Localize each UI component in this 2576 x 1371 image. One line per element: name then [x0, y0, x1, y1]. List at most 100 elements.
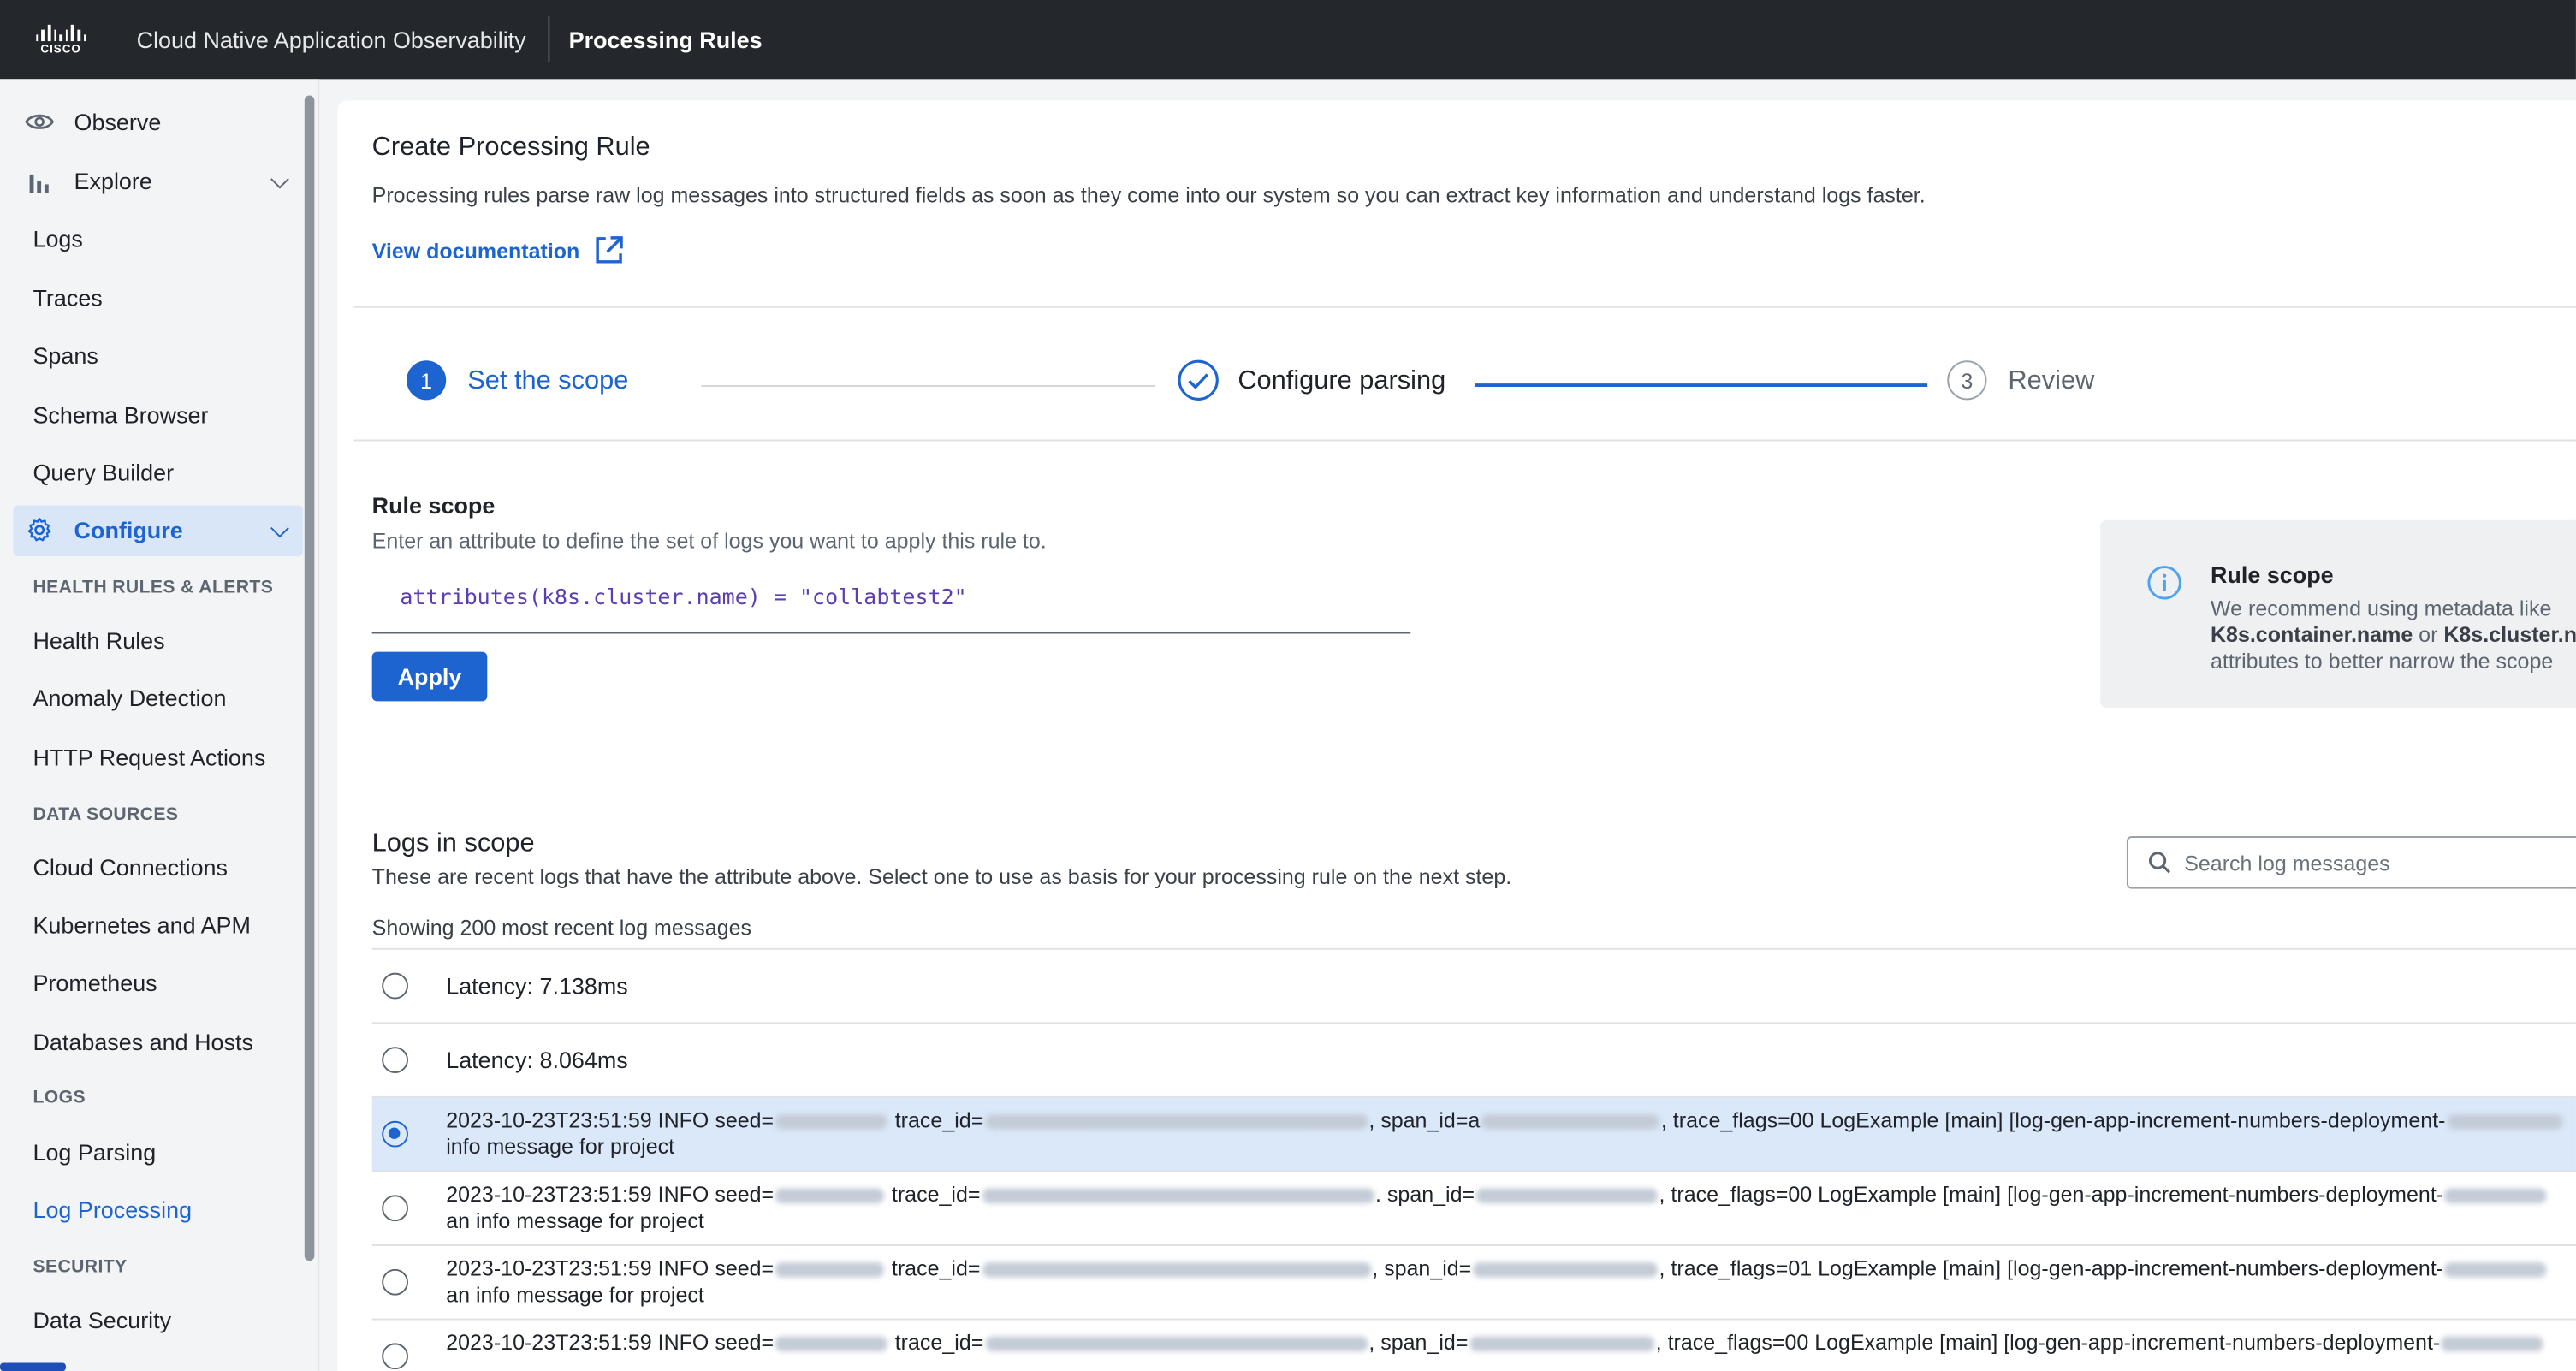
top-bar: CISCO Cloud Native Application Observabi… [0, 0, 2576, 80]
section-security: SECURITY [33, 1257, 128, 1278]
app-title[interactable]: Cloud Native Application Observability [137, 27, 526, 53]
log-row-radio[interactable] [382, 1195, 408, 1222]
sidebar-item-log-processing[interactable]: Log Processing [33, 1196, 192, 1223]
log-row-text: 2023-10-23T23:51:59 INFO seed= trace_id=… [446, 1182, 2549, 1235]
rule-scope-expression[interactable]: attributes(k8s.cluster.name) = "collabte… [400, 586, 966, 611]
log-row-radio[interactable] [382, 972, 408, 1000]
log-timestamp: 2023-10-23T23:51:59 INFO seed= [446, 1181, 775, 1207]
step-3-indicator[interactable]: 3 [1947, 360, 1987, 401]
redacted-value [1473, 1262, 1658, 1278]
step-set-the-scope[interactable]: Set the scope [467, 367, 628, 397]
info-attr-cluster-name: K8s.cluster.n [2443, 622, 2576, 647]
step-review[interactable]: Review [2008, 367, 2094, 397]
search-input[interactable] [2181, 848, 2567, 877]
rule-scope-info-panel: Rule scope We recommend using metadata l… [2100, 519, 2576, 709]
sidebar-item-observe[interactable]: Observe [25, 107, 161, 137]
log-row[interactable]: 2023-10-23T23:51:59 INFO seed= trace_id=… [372, 1320, 2576, 1371]
sidebar-item-log-parsing[interactable]: Log Parsing [33, 1139, 156, 1166]
log-row[interactable]: 2023-10-23T23:51:59 INFO seed= trace_id=… [371, 1246, 2576, 1321]
redacted-value [2447, 1114, 2563, 1130]
sidebar-item-cloud-connections[interactable]: Cloud Connections [33, 854, 228, 881]
step-connector-active [1475, 383, 1928, 387]
sidebar-item-label: Observe [74, 108, 162, 135]
info-line-1: We recommend using metadata like [2210, 596, 2552, 621]
info-attr-container-name: K8s.container.name [2210, 622, 2413, 647]
sidebar-item-traces[interactable]: Traces [33, 285, 102, 312]
sidebar-scrollbar[interactable] [304, 95, 315, 1261]
sidebar-item-configure[interactable]: Configure [25, 515, 183, 545]
main-content: Create Processing Rule Processing rules … [337, 100, 2576, 1371]
log-row[interactable]: 2023-10-23T23:51:59 INFO seed= trace_id=… [371, 1172, 2576, 1246]
sidebar-item-logs[interactable]: Logs [33, 225, 82, 252]
sidebar-item-health-rules[interactable]: Health Rules [33, 627, 164, 654]
redacted-value [1469, 1336, 1654, 1352]
log-row-radio-selected[interactable] [382, 1120, 408, 1148]
view-documentation-link[interactable]: View documentation [372, 234, 626, 266]
divider [353, 439, 2576, 442]
log-row-text: 2023-10-23T23:51:59 INFO seed= trace_id=… [446, 1107, 2564, 1160]
sidebar-item-anomaly-detection[interactable]: Anomaly Detection [33, 685, 226, 711]
log-row[interactable]: Latency: 8.064ms [371, 1024, 2576, 1098]
search-log-messages[interactable] [2126, 836, 2576, 889]
log-row-radio[interactable] [382, 1343, 408, 1370]
redacted-value [775, 1262, 885, 1278]
sidebar: Observe Explore Logs Traces Spans Schema… [0, 79, 320, 1371]
log-timestamp: 2023-10-23T23:51:59 INFO seed= [446, 1330, 775, 1355]
search-icon [2148, 851, 2171, 874]
redacted-value [982, 1188, 1374, 1204]
redacted-value [2445, 1188, 2548, 1204]
redacted-value [2442, 1336, 2544, 1352]
sidebar-item-http-request-actions[interactable]: HTTP Request Actions [33, 744, 265, 770]
section-logs: LOGS [33, 1088, 86, 1108]
logs-count-text: Showing 200 most recent log messages [371, 915, 752, 941]
redacted-value [775, 1336, 887, 1352]
logs-in-scope-title: Logs in scope [371, 829, 535, 858]
log-row-radio[interactable] [382, 1047, 408, 1073]
app-root: CISCO Cloud Native Application Observabi… [0, 0, 2576, 1371]
sidebar-item-databases-hosts[interactable]: Databases and Hosts [33, 1029, 252, 1055]
cisco-logo-text: CISCO [40, 43, 81, 56]
log-row-text: Latency: 8.064ms [446, 1047, 628, 1073]
section-health-rules: HEALTH RULES & ALERTS [33, 578, 274, 598]
topbar-divider [547, 16, 549, 63]
log-trace-label: trace_id= [888, 1330, 984, 1355]
check-circle-icon[interactable] [1177, 359, 1220, 401]
log-message: info message for project [446, 1134, 675, 1160]
log-span-label: , span_id= [1372, 1255, 1472, 1281]
redacted-value [1476, 1188, 1658, 1204]
sidebar-item-data-security[interactable]: Data Security [33, 1307, 171, 1333]
log-flags-text: , trace_flags=00 LogExample [main] [log-… [1660, 1107, 2446, 1133]
external-link-icon [593, 234, 626, 266]
expression-input-underline [371, 632, 1411, 634]
log-row-selected[interactable]: 2023-10-23T23:51:59 INFO seed= trace_id=… [371, 1097, 2576, 1172]
sidebar-partial-item [0, 1362, 66, 1371]
eye-icon [25, 107, 55, 137]
log-row-text: 2023-10-23T23:51:59 INFO seed= trace_id=… [446, 1255, 2549, 1309]
doc-link-label: View documentation [371, 237, 580, 263]
redacted-value [985, 1114, 1368, 1130]
sidebar-item-explore[interactable]: Explore [25, 166, 152, 196]
log-row-radio[interactable] [382, 1268, 408, 1296]
log-row[interactable]: Latency: 7.138ms [371, 950, 2576, 1024]
chevron-down-icon[interactable] [270, 169, 289, 189]
sidebar-item-schema-browser[interactable]: Schema Browser [33, 401, 208, 428]
step-connector [701, 385, 1156, 387]
step-configure-parsing[interactable]: Configure parsing [1238, 367, 1445, 397]
sidebar-item-label: Explore [74, 168, 152, 194]
sidebar-item-label: Configure [74, 516, 183, 543]
gear-icon [25, 515, 55, 545]
apply-button[interactable]: Apply [371, 651, 488, 702]
sidebar-item-prometheus[interactable]: Prometheus [33, 970, 157, 996]
redacted-value [775, 1114, 887, 1130]
cisco-logo[interactable]: CISCO [32, 20, 91, 59]
step-1-indicator[interactable]: 1 [407, 360, 447, 401]
sidebar-item-query-builder[interactable]: Query Builder [33, 460, 174, 486]
sidebar-item-spans[interactable]: Spans [33, 342, 98, 369]
log-flags-text: , trace_flags=01 LogExample [main] [log-… [1659, 1255, 2444, 1281]
log-trace-label: trace_id= [885, 1181, 981, 1207]
sidebar-item-kubernetes-apm[interactable]: Kubernetes and APM [33, 912, 250, 939]
log-trace-label: trace_id= [888, 1107, 984, 1133]
log-trace-label: trace_id= [885, 1255, 981, 1281]
page-heading: Create Processing Rule [371, 133, 650, 162]
log-message: an info message for project [446, 1282, 704, 1308]
